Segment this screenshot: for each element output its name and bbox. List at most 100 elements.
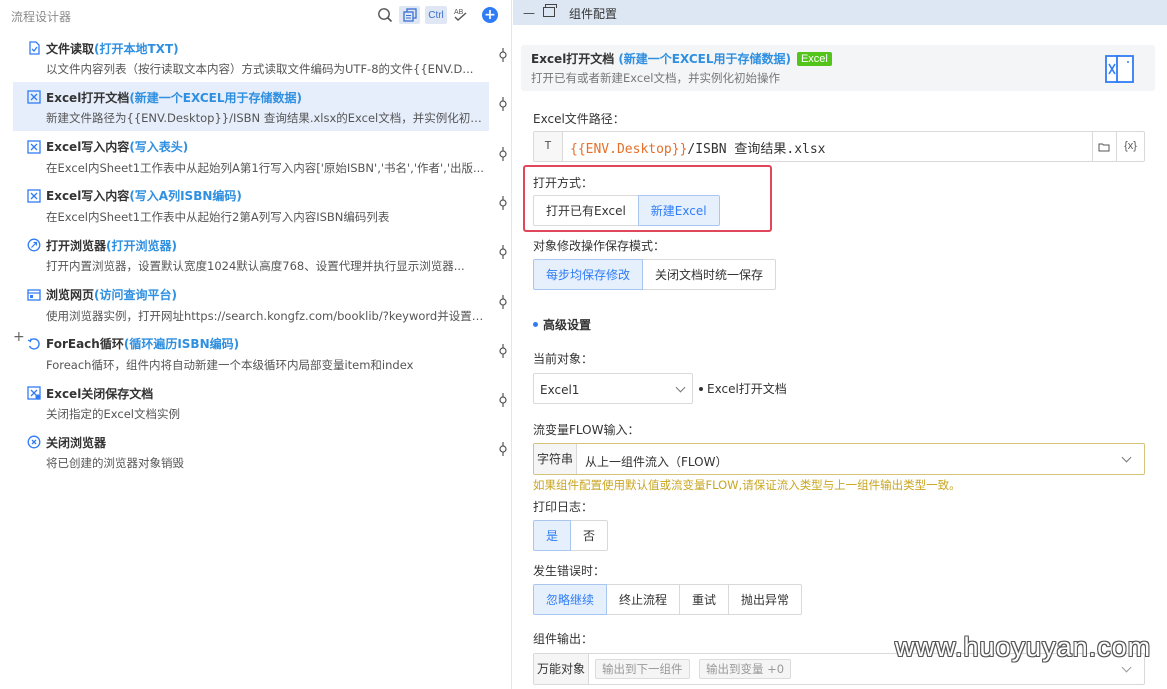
step-connector-icon[interactable] [498, 442, 508, 457]
print-log-yes-button[interactable]: 是 [533, 520, 572, 551]
step-name: 文件读取 [46, 41, 95, 56]
flow-step-item[interactable]: Excel打开文档 (新建一个EXCEL用于存储数据) 新建文件路径为{{ENV.D… [13, 82, 489, 132]
step-name: 打开浏览器 [46, 238, 107, 253]
path-label: Excel文件路径： [533, 112, 625, 126]
save-each-step-button[interactable]: 每步均保存修改 [533, 259, 644, 290]
print-log-group: 是 否 [533, 520, 609, 551]
step-description: 在Excel内Sheet1工作表中从起始列A第1行写入内容['原始ISBN','… [46, 160, 484, 175]
ignore-continue-button[interactable]: 忽略继续 [533, 584, 608, 615]
step-title-row: 文件读取 (打开本地TXT) [27, 39, 179, 57]
output-label: 组件输出： [533, 632, 594, 646]
step-title-row: 关闭浏览器 [27, 433, 106, 451]
flow-designer-header: 流程设计器 Ctrl AB + [0, 0, 512, 30]
step-title-row: 打开浏览器 (打开浏览器) [27, 236, 177, 254]
step-tag: (打开本地TXT) [94, 41, 179, 56]
flow-input-select[interactable]: 字符串 从上一组件流入（FLOW） [533, 443, 1145, 475]
step-tag: (打开浏览器) [106, 238, 177, 253]
flow-step-item[interactable]: 打开浏览器 (打开浏览器) 打开内置浏览器，设置默认宽度1024默认高度768、设置… [13, 230, 489, 279]
flow-step-item[interactable]: ForEach循环 (循环遍历ISBN编码) Foreach循环，组件内将自动新建一… [13, 329, 489, 378]
flow-step-item[interactable]: 浏览网页 (访问查询平台) 使用浏览器实例，打开网址https://search.k… [13, 280, 489, 329]
config-header: — 组件配置 [513, 0, 1167, 25]
step-tag: (循环遍历ISBN编码) [123, 337, 240, 352]
step-connector-icon[interactable] [498, 146, 508, 161]
step-connector-icon[interactable] [498, 48, 508, 62]
step-description: 使用浏览器实例，打开网址https://search.kongfz.com/bo… [46, 308, 486, 323]
retry-button[interactable]: 重试 [679, 584, 730, 615]
current-object-select[interactable]: Excel1 [533, 373, 693, 404]
step-title-row: Excel关闭保存文档 [27, 384, 153, 402]
component-config-panel: — 组件配置 Excel打开文档 (新建一个EXCEL用于存储数据) Excel… [513, 0, 1167, 689]
component-info-card: Excel打开文档 (新建一个EXCEL用于存储数据) Excel 打开已有或者… [521, 45, 1155, 91]
copy-icon[interactable] [399, 6, 420, 24]
step-tag: (新建一个EXCEL用于存储数据) [129, 90, 302, 105]
step-name: ForEach循环 [46, 337, 124, 352]
output-next-chip[interactable]: 输出到下一组件 [595, 659, 690, 679]
flow-input-hint: 如果组件配置使用默认值或流变量FLOW,请保证流入类型与上一组件输出类型一致。 [533, 478, 961, 492]
current-object-value: Excel1 [540, 383, 580, 397]
excel-icon [27, 139, 41, 154]
env-variable: {{ENV.Desktop}} [570, 142, 688, 157]
save-mode-group: 每步均保存修改 关闭文档时统一保存 [533, 259, 777, 290]
output-type-indicator: 万能对象 [534, 654, 589, 684]
open-mode-group: 打开已有Excel 新建Excel [533, 195, 720, 226]
expand-icon[interactable]: + [13, 330, 25, 344]
step-connector-icon[interactable] [498, 294, 508, 309]
excel-path-field[interactable]: T {{ENV.Desktop}}/ISBN 查询结果.xlsx {x} [533, 131, 1145, 162]
step-name: 关闭浏览器 [46, 435, 107, 450]
step-connector-icon[interactable] [498, 195, 508, 210]
component-title: Excel打开文档 (新建一个EXCEL用于存储数据) Excel [531, 50, 832, 67]
flow-step-item[interactable]: Excel写入内容 (写入表头) 在Excel内Sheet1工作表中从起始列A第1行… [13, 132, 489, 181]
excel-icon [27, 189, 41, 203]
excel-close-icon [27, 386, 41, 400]
current-object-label: 当前对象： [533, 352, 594, 366]
step-tag: (写入表头) [129, 140, 189, 155]
restore-window-icon[interactable] [543, 4, 557, 17]
insert-variable-button[interactable]: {x} [1116, 132, 1144, 161]
print-log-no-button[interactable]: 否 [570, 520, 609, 551]
svg-text:AB: AB [454, 9, 464, 16]
open-existing-excel-button[interactable]: 打开已有Excel [533, 195, 639, 226]
browser-close-icon [27, 435, 41, 449]
folder-icon[interactable] [1092, 132, 1114, 161]
component-name: Excel打开文档 [531, 52, 615, 66]
spellcheck-icon[interactable]: AB [452, 6, 470, 24]
flow-input-value: 从上一组件流入（FLOW） [585, 455, 728, 469]
output-variable-chip[interactable]: 输出到变量 +0 [699, 659, 792, 679]
step-connector-icon[interactable] [498, 245, 508, 260]
new-excel-button[interactable]: 新建Excel [637, 195, 720, 226]
component-badge: Excel [796, 51, 832, 66]
config-title: 组件配置 [569, 7, 618, 21]
file-read-icon [27, 41, 41, 55]
step-name: Excel关闭保存文档 [46, 386, 154, 401]
app-root: 流程设计器 Ctrl AB + 文件读取 (打开本地TXT) 以文件内容列表（按行读… [0, 0, 1167, 689]
step-tag: (写入A列ISBN编码) [129, 189, 242, 204]
step-connector-icon[interactable] [498, 343, 508, 358]
step-connector-icon[interactable] [498, 393, 508, 408]
open-mode-label: 打开方式： [533, 176, 594, 190]
throw-exception-button[interactable]: 抛出异常 [728, 584, 803, 615]
step-name: Excel打开文档 [46, 90, 130, 105]
excel-path-value[interactable]: {{ENV.Desktop}}/ISBN 查询结果.xlsx [570, 138, 826, 157]
component-tag: (新建一个EXCEL用于存储数据) [618, 52, 791, 66]
step-name: 浏览网页 [46, 288, 95, 302]
component-description: 打开已有或者新建Excel文档，并实例化初始操作 [531, 71, 780, 85]
current-object-note: Excel打开文档 [699, 380, 787, 397]
browser-open-icon [27, 238, 41, 252]
flow-step-item[interactable]: Excel关闭保存文档 关闭指定的Excel文档实例 [13, 378, 489, 427]
minimize-icon[interactable]: — [523, 6, 535, 20]
flow-step-item[interactable]: Excel写入内容 (写入A列ISBN编码) 在Excel内Sheet1工作表中从起… [13, 181, 489, 230]
add-step-button[interactable]: + [482, 7, 498, 23]
stop-flow-button[interactable]: 终止流程 [606, 584, 681, 615]
step-connector-icon[interactable] [498, 97, 508, 112]
flow-input-label: 流变量FLOW输入： [533, 423, 640, 437]
ctrl-toggle-button[interactable]: Ctrl [425, 6, 447, 24]
save-on-close-button[interactable]: 关闭文档时统一保存 [642, 259, 777, 290]
flow-step-item[interactable]: 文件读取 (打开本地TXT) 以文件内容列表（按行读取文本内容）方式读取文件编码为U… [13, 33, 489, 82]
step-name: Excel写入内容 [46, 140, 130, 155]
advanced-settings-title[interactable]: 高级设置 [533, 316, 591, 333]
flow-step-item[interactable]: 关闭浏览器 将已创建的浏览器对象销毁 [13, 427, 489, 476]
on-error-label: 发生错误时： [533, 564, 606, 578]
search-icon[interactable] [376, 6, 394, 24]
step-title-row: Excel写入内容 (写入表头) [27, 138, 188, 156]
watermark: www.huoyuyan.com [895, 632, 1152, 662]
